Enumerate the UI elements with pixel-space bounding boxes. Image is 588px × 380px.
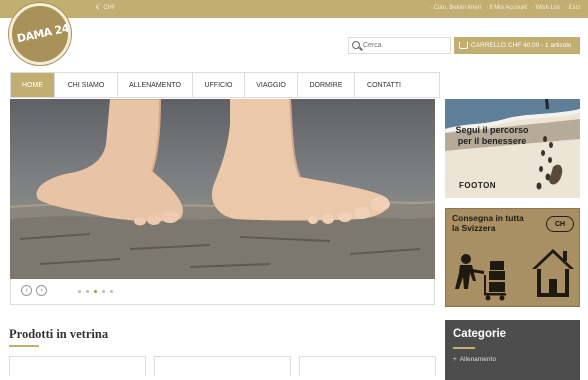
nav-item-contatti[interactable]: CONTATTI — [355, 73, 413, 97]
swiss-badge: CH — [546, 216, 574, 232]
featured-products-title: Prodotti in vetrina — [9, 327, 109, 341]
product-card[interactable] — [299, 356, 436, 376]
nav-item-viaggio[interactable]: VIAGGIO — [245, 73, 298, 97]
slider-dot[interactable] — [110, 290, 113, 293]
footon-brand: FOOTON — [459, 181, 497, 190]
cart-icon — [459, 42, 468, 49]
product-card[interactable] — [154, 356, 291, 376]
slide-image-baby-feet — [10, 99, 435, 279]
nav-item-chi-siamo[interactable]: CHI SIAMO — [55, 73, 118, 97]
logout-link[interactable]: Esci — [565, 5, 580, 11]
slider-controls: ‹ › — [10, 279, 435, 305]
product-card[interactable] — [9, 356, 146, 376]
categories-underline — [453, 347, 475, 349]
slider-dots — [78, 290, 113, 293]
currency-chf[interactable]: CHF — [103, 5, 115, 11]
search-box[interactable] — [348, 37, 451, 54]
main-nav: HOME CHI SIAMO ALLENAMENTO UFFICIO VIAGG… — [10, 72, 440, 98]
banner-footon[interactable]: Segui il percorso per il benessere FOOTO… — [445, 99, 580, 198]
search-input[interactable] — [363, 39, 449, 52]
nav-item-dormire[interactable]: DORMIRE — [298, 73, 355, 97]
cart-label: CARRELLO CHF 40.00 - 1 articolo — [471, 42, 572, 49]
category-item-allenamento[interactable]: + Allenamento — [453, 356, 496, 363]
nav-item-home[interactable]: HOME — [11, 73, 55, 97]
banner-delivery[interactable]: Consegna in tutta la Svizzera CH — [445, 208, 580, 307]
account-links: Ciao, Bekim Imeri Il Mio Account Wish Li… — [430, 5, 580, 11]
search-icon[interactable] — [352, 41, 360, 49]
slider-dot[interactable] — [102, 290, 105, 293]
nav-item-ufficio[interactable]: UFFICIO — [193, 73, 245, 97]
hero-slider[interactable] — [10, 99, 435, 279]
top-bar: € CHF Ciao, Bekim Imeri Il Mio Account W… — [0, 0, 588, 18]
nav-item-allenamento[interactable]: ALLENAMENTO — [118, 73, 193, 97]
categories-title: Categorie — [453, 328, 507, 340]
slider-dot-active[interactable] — [94, 290, 97, 293]
currency-switcher: € CHF — [96, 5, 116, 11]
greeting-link[interactable]: Ciao, Bekim Imeri — [430, 5, 481, 11]
slider-next-button[interactable]: › — [36, 285, 47, 296]
title-underline — [9, 345, 39, 347]
cart-button[interactable]: CARRELLO CHF 40.00 - 1 articolo — [454, 37, 580, 54]
categories-panel: Categorie + Allenamento — [445, 320, 580, 380]
delivery-banner-text: Consegna in tutta la Svizzera — [452, 213, 524, 234]
site-logo[interactable]: DAMA 24 — [9, 3, 71, 65]
category-label: Allenamento — [459, 356, 496, 363]
wishlist-link[interactable]: Wish List — [532, 5, 560, 11]
footon-banner-text: Segui il percorso per il benessere — [455, 125, 529, 146]
my-account-link[interactable]: Il Mio Account — [486, 5, 527, 11]
slider-dot[interactable] — [78, 290, 81, 293]
slider-dot[interactable] — [86, 290, 89, 293]
logo-text: DAMA 24 — [15, 21, 71, 46]
plus-icon: + — [453, 356, 457, 363]
currency-euro[interactable]: € — [96, 5, 99, 11]
slider-prev-button[interactable]: ‹ — [21, 285, 32, 296]
